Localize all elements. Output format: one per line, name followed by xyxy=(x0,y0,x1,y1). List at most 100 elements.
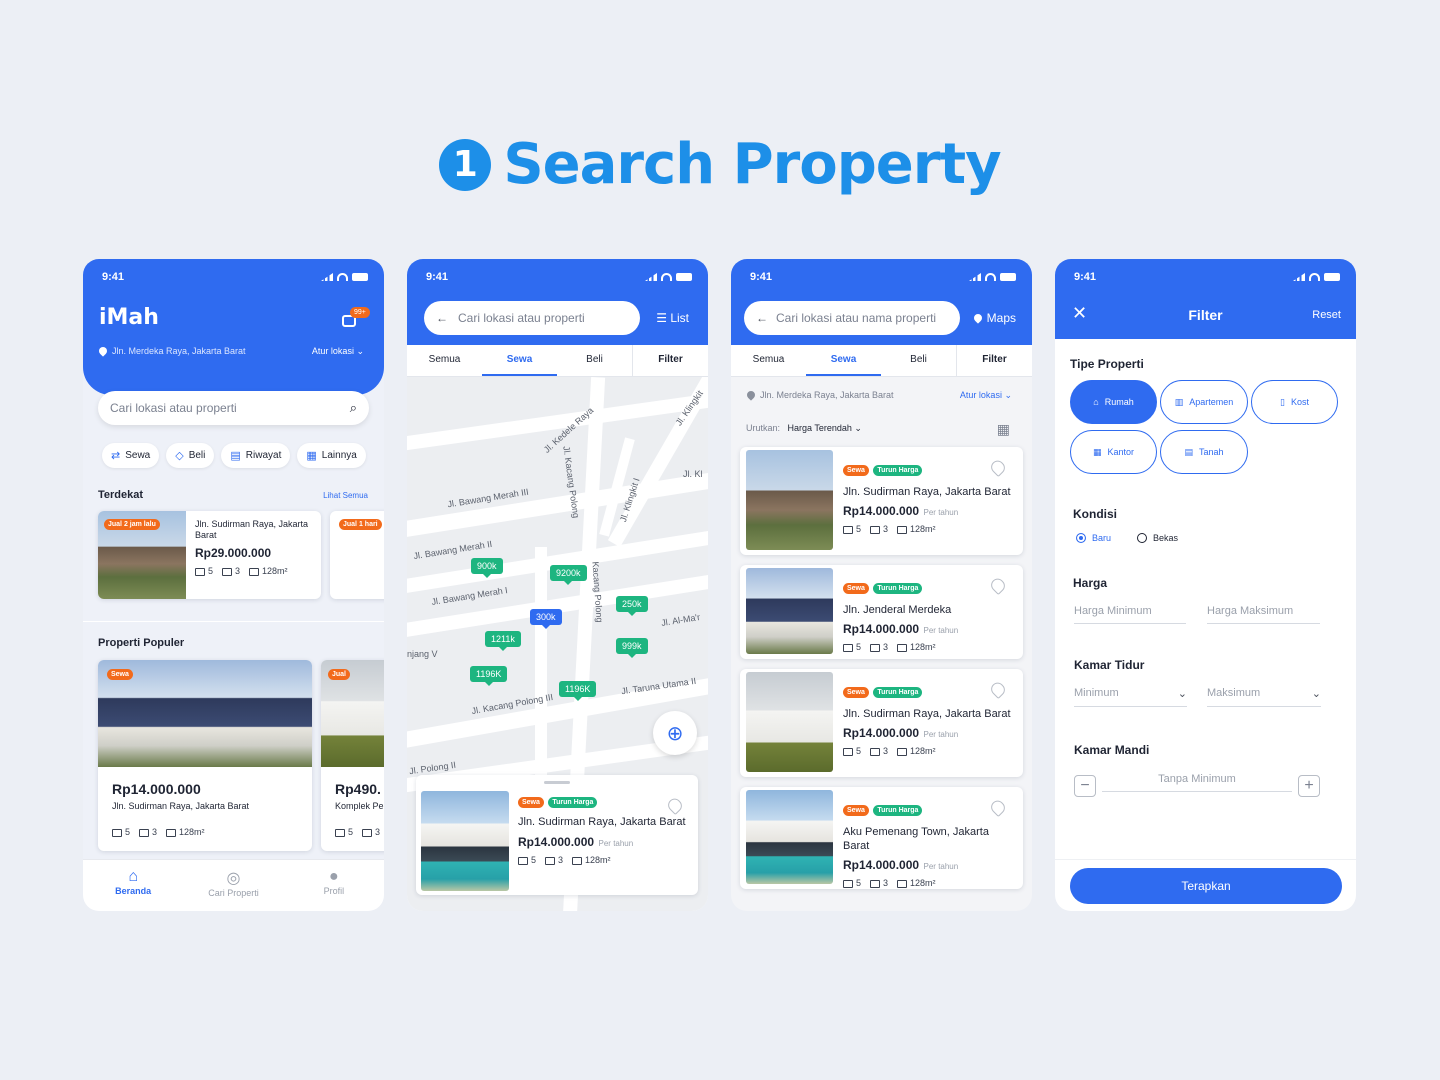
apply-button[interactable]: Terapkan xyxy=(1070,868,1342,904)
price-marker[interactable]: 1211k xyxy=(485,631,521,651)
road xyxy=(535,547,547,787)
price-marker[interactable]: 900k xyxy=(471,558,503,578)
beds: 5 xyxy=(843,642,861,652)
search-input[interactable]: Cari lokasi atau properti ⌕ xyxy=(98,391,369,425)
decrement-button[interactable]: − xyxy=(1074,775,1096,797)
status-tag: Jual xyxy=(328,669,351,680)
tab-sewa[interactable]: Sewa xyxy=(806,345,881,376)
popular-card[interactable]: Sewa Rp14.000.000 Jln. Sudirman Raya, Ja… xyxy=(98,660,312,851)
price-marker[interactable]: 1196K xyxy=(559,681,597,701)
price-min-input[interactable]: Harga Minimum xyxy=(1074,605,1186,624)
chip-label: Beli xyxy=(188,450,206,461)
area: 128m² xyxy=(572,855,611,865)
atur-lokasi-link[interactable]: Atur lokasi ⌄ xyxy=(960,390,1012,401)
atur-lokasi-label: Atur lokasi xyxy=(959,390,1002,400)
property-image xyxy=(421,791,509,891)
radio-baru[interactable]: Baru xyxy=(1076,533,1111,543)
price-max-input[interactable]: Harga Maksimum xyxy=(1207,605,1320,624)
search-icon[interactable]: ⌕ xyxy=(350,400,357,416)
beds: 5 xyxy=(112,827,130,837)
time-tag: Jual 1 hari xyxy=(339,519,382,530)
list-property-card[interactable]: Sewa Turun Harga Aku Pemenang Town, Jakar… xyxy=(740,787,1023,889)
maps-toggle[interactable]: Maps xyxy=(971,311,1016,325)
bed-max-select[interactable]: Maksimum ⌄ xyxy=(1207,687,1321,707)
list-toggle[interactable]: ☰ List xyxy=(656,311,689,325)
nearby-title: Terdekat xyxy=(98,489,144,501)
beds: 5 xyxy=(843,878,861,888)
card-address: Komplek Pe xyxy=(335,801,384,811)
card-address: Jln. Sudirman Raya, Jakarta Barat xyxy=(195,519,309,540)
price-marker-selected[interactable]: 300k xyxy=(530,609,562,629)
chip-lainnya[interactable]: ▦ Lainnya xyxy=(297,443,366,468)
tab-beli[interactable]: Beli xyxy=(557,345,632,376)
step-badge: 1 xyxy=(439,138,492,191)
chat-icon[interactable]: 99+ xyxy=(342,307,370,329)
tab-semua[interactable]: Semua xyxy=(407,345,482,376)
type-apartemen[interactable]: ▥ Apartemen xyxy=(1160,380,1248,424)
nearby-card[interactable]: Jual 2 jam lalu Jln. Sudirman Raya, Jaka… xyxy=(98,511,321,599)
beds: 5 xyxy=(518,855,536,865)
tab-sewa[interactable]: Sewa xyxy=(482,345,557,376)
area: 128m² xyxy=(897,878,936,888)
chip-beli[interactable]: ◇ Beli xyxy=(166,443,215,468)
list-property-card[interactable]: Sewa Turun Harga Jln. Sudirman Raya, Jaka… xyxy=(740,669,1023,777)
nav-label: Cari Properti xyxy=(208,888,259,898)
tab-filter[interactable]: Filter xyxy=(632,345,708,376)
type-label-text: Tanah xyxy=(1198,447,1224,457)
card-body: Sewa Turun Harga Jln. Sudirman Raya, Jak… xyxy=(518,791,688,865)
nav-cari-properti[interactable]: ◎ Cari Properti xyxy=(183,860,283,911)
nav-beranda[interactable]: ⌂ Beranda xyxy=(83,860,183,911)
back-arrow-icon[interactable]: ← xyxy=(436,311,448,325)
price-marker[interactable]: 9200k xyxy=(550,565,587,585)
sort-select[interactable]: Harga Terendah ⌄ xyxy=(788,423,862,433)
see-all-link[interactable]: Lihat Semua xyxy=(323,491,368,500)
chip-sewa[interactable]: ⇄ Sewa xyxy=(102,443,160,468)
price-marker[interactable]: 1196K xyxy=(470,666,508,686)
type-label: Tipe Properti xyxy=(1070,357,1144,371)
radio-bekas[interactable]: Bekas xyxy=(1137,533,1178,543)
chip-riwayat[interactable]: ▤ Riwayat xyxy=(221,443,291,468)
drag-handle[interactable] xyxy=(544,781,570,784)
bathroom-label: Kamar Mandi xyxy=(1074,743,1150,757)
tag-price-drop: Turun Harga xyxy=(873,465,923,476)
reset-button[interactable]: Reset xyxy=(1312,309,1341,321)
area: 128m² xyxy=(897,642,936,652)
card-body: Sewa Turun Harga Jln. Jenderal Merdeka Rp1… xyxy=(843,577,1011,652)
nearby-card-2[interactable]: Jual 1 hari xyxy=(330,511,384,599)
tag-sewa: Sewa xyxy=(843,805,869,816)
tab-semua[interactable]: Semua xyxy=(731,345,806,376)
bathroom-stepper-input[interactable]: Tanpa Minimum xyxy=(1102,773,1292,792)
atur-lokasi-link[interactable]: Atur lokasi ⌄ xyxy=(312,346,364,357)
popular-card-2[interactable]: Jual Rp490. Komplek Pe 53 xyxy=(321,660,384,851)
price-marker[interactable]: 999k xyxy=(616,638,648,658)
radio-unchecked-icon xyxy=(1137,533,1148,543)
list-property-card[interactable]: Sewa Turun Harga Jln. Jenderal Merdeka Rp1… xyxy=(740,565,1023,659)
tab-filter[interactable]: Filter xyxy=(956,345,1032,376)
nav-profil[interactable]: ● Profil xyxy=(284,860,384,911)
card-body: Sewa Turun Harga Jln. Sudirman Raya, Jaka… xyxy=(843,681,1011,756)
back-arrow-icon[interactable]: ← xyxy=(756,311,768,325)
location-row: Jln. Merdeka Raya, Jakarta Barat xyxy=(97,345,246,357)
increment-button[interactable]: + xyxy=(1298,775,1320,797)
type-kost[interactable]: ▯ Kost xyxy=(1251,380,1338,424)
street-label: Jl. Al-Ma'r xyxy=(660,611,701,629)
price-marker[interactable]: 250k xyxy=(616,596,648,616)
bed-min-select[interactable]: Minimum ⌄ xyxy=(1074,687,1187,707)
card-meta: 53 xyxy=(335,827,384,837)
grid-view-icon[interactable]: ▦ xyxy=(997,421,1010,438)
swap-icon: ⇄ xyxy=(111,450,121,462)
list-property-card[interactable]: Sewa Turun Harga Jln. Sudirman Raya, Jaka… xyxy=(740,447,1023,555)
search-placeholder: Cari lokasi atau properti xyxy=(458,311,585,325)
search-input[interactable]: ← Cari lokasi atau properti xyxy=(424,301,640,335)
search-input[interactable]: ← Cari lokasi atau nama properti xyxy=(744,301,960,335)
tag-price-drop: Turun Harga xyxy=(873,583,923,594)
card-meta: 5 3 128m² xyxy=(195,566,312,576)
type-kantor[interactable]: ▦ Kantor xyxy=(1070,430,1157,474)
locate-me-icon[interactable]: ⊕ xyxy=(653,711,697,755)
notif-badge: 99+ xyxy=(350,307,370,318)
type-rumah[interactable]: ⌂ Rumah xyxy=(1070,380,1157,424)
map-view[interactable]: Jl. Kedele Raya Jl. Klingkit Jl. Kl Jl. … xyxy=(407,377,708,911)
map-property-card[interactable]: Sewa Turun Harga Jln. Sudirman Raya, Jak… xyxy=(416,775,698,895)
type-tanah[interactable]: ▤ Tanah xyxy=(1160,430,1248,474)
tab-beli[interactable]: Beli xyxy=(881,345,956,376)
